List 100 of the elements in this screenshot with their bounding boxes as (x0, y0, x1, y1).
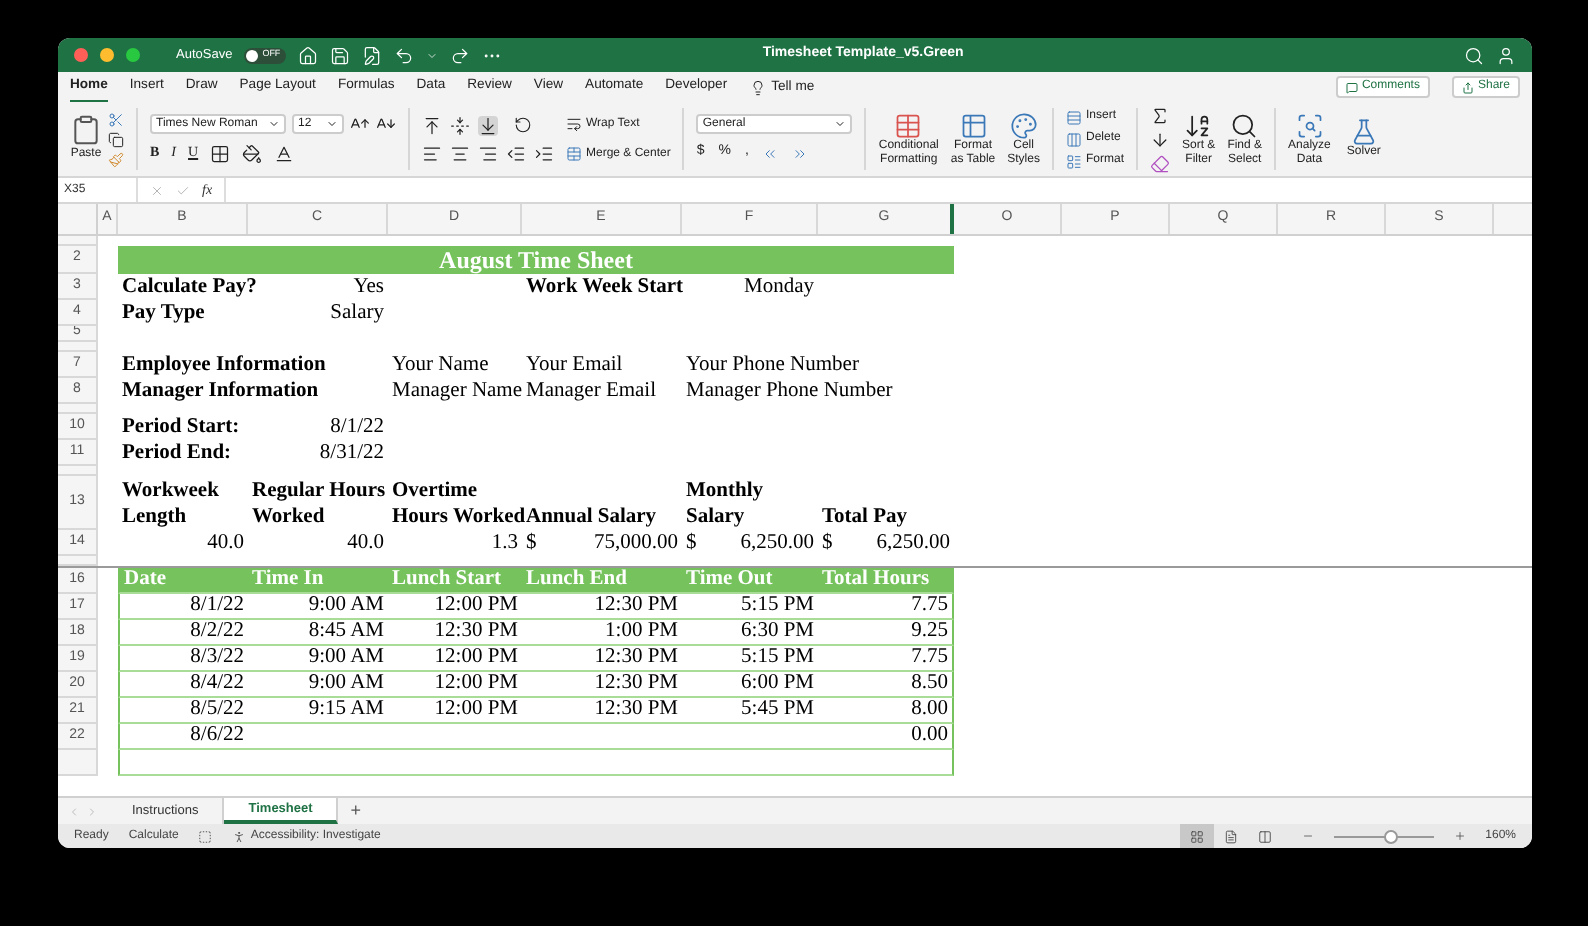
wrap-text-icon[interactable] (566, 116, 582, 132)
font-color-icon[interactable] (274, 143, 295, 163)
cell-styles-icon[interactable] (1009, 111, 1038, 139)
format-cells-icon[interactable] (1065, 153, 1082, 169)
page-layout-icon (1223, 829, 1238, 843)
cell-value: 40.0 (347, 529, 384, 558)
cell-value: 8/6/22 (190, 722, 244, 751)
column-heading: Total Pay (822, 504, 907, 530)
comment-icon (1345, 81, 1358, 93)
normal-view-icon (1189, 829, 1204, 843)
fill-icon[interactable] (1150, 129, 1170, 149)
cell-value: 8:45 AM (308, 618, 384, 647)
cell-value: 6,250.00 (740, 529, 814, 558)
find-icon[interactable] (1230, 111, 1259, 139)
cell-value: 12:30 PM (594, 592, 678, 621)
align-center-icon[interactable] (450, 143, 470, 163)
cell-label: Pay Type (122, 299, 205, 328)
borders-icon[interactable] (210, 143, 231, 163)
cell-label: Period End: (122, 439, 232, 468)
currency-symbol: $ (686, 529, 697, 558)
align-top-icon[interactable] (422, 115, 442, 135)
lightbulb-icon[interactable] (749, 79, 766, 96)
column-heading: Annual Salary (526, 504, 657, 530)
cell-value: 5:45 PM (741, 696, 814, 725)
cut-icon[interactable] (108, 111, 124, 127)
increase-decimal-icon[interactable] (762, 145, 779, 161)
cell-value: 6:30 PM (741, 618, 814, 647)
fill-color-icon[interactable] (242, 143, 263, 163)
cell-value: 8/31/22 (319, 439, 384, 468)
table-column-header: Date (124, 566, 166, 595)
cell-value: 8/2/22 (190, 618, 244, 647)
cell-value: 6,250.00 (876, 529, 950, 558)
chevron-down-icon[interactable] (426, 49, 439, 61)
edit-file-icon[interactable] (362, 45, 383, 65)
cell-value: 12:00 PM (434, 644, 518, 673)
view-button[interactable] (1179, 824, 1214, 848)
accessibility-icon[interactable] (232, 829, 247, 843)
insert-cells-icon[interactable] (1065, 109, 1082, 125)
cell-value: 9.25 (911, 618, 948, 647)
analyze-data-icon[interactable] (1295, 111, 1324, 139)
format-table-icon[interactable] (959, 111, 988, 139)
currency-symbol: $ (526, 529, 537, 558)
cell-value: 12:00 PM (434, 696, 518, 725)
eraser-icon[interactable] (1150, 153, 1170, 173)
autosum-icon[interactable] (1150, 105, 1170, 125)
cell-value: 0.00 (911, 722, 948, 751)
cell-value: 6:00 PM (741, 670, 814, 699)
chevron-down-icon (268, 118, 280, 131)
page-break-icon (1257, 829, 1272, 843)
cell-text: Your Name (392, 351, 489, 380)
save-icon[interactable] (330, 45, 351, 65)
flask-icon[interactable] (1349, 118, 1378, 146)
cell-value: 1.3 (491, 529, 518, 558)
cell-value: 7.75 (911, 644, 948, 673)
column-heading: Monthly Salary (686, 478, 764, 530)
increase-indent-icon[interactable] (534, 143, 554, 163)
cell-value: 12:00 PM (434, 592, 518, 621)
conditional-formatting-icon[interactable] (894, 111, 923, 139)
align-bottom-icon[interactable] (478, 115, 498, 135)
cell-label: Calculate Pay? (122, 273, 257, 302)
cell-value: 75,000.00 (594, 529, 678, 558)
orientation-icon[interactable] (514, 116, 532, 134)
cell-value: 9:00 AM (308, 592, 384, 621)
decrease-indent-icon[interactable] (506, 143, 526, 163)
cell-value: 9:15 AM (308, 696, 384, 725)
copy-icon[interactable] (108, 131, 124, 147)
cell-value: 8/3/22 (190, 644, 244, 673)
delete-cells-icon[interactable] (1065, 131, 1082, 147)
column-heading: Regular Hours Worked (252, 478, 386, 530)
cell-label: Period Start: (122, 413, 240, 442)
chevron-down-icon (834, 118, 847, 131)
cell-value: 8/1/22 (190, 592, 244, 621)
cell-value: 8/1/22 (330, 413, 384, 442)
add-sheet-button[interactable]: + (338, 798, 374, 824)
cell-text: Manager Email (526, 377, 657, 406)
cell-text: Manager Name (392, 377, 523, 406)
align-left-icon[interactable] (422, 143, 442, 163)
table-column-header: Time Out (686, 566, 773, 595)
person-icon[interactable] (1496, 45, 1516, 65)
sort-filter-icon[interactable] (1184, 111, 1213, 139)
cell-value: 12:30 PM (594, 670, 678, 699)
align-right-icon[interactable] (478, 143, 498, 163)
search-icon[interactable] (1464, 45, 1484, 65)
table-column-header: Lunch Start (392, 566, 502, 595)
zoom-slider-thumb[interactable] (1383, 829, 1398, 843)
decrease-decimal-icon[interactable] (792, 145, 809, 161)
cell-value: 9:00 AM (308, 670, 384, 699)
merge-icon[interactable] (566, 146, 582, 162)
cell-value: 5:15 PM (741, 592, 814, 621)
cell-text: Manager Phone Number (686, 377, 893, 406)
redo-icon[interactable] (450, 45, 471, 65)
zoom-in-icon[interactable] (1453, 830, 1466, 842)
cell-text: Your Email (526, 351, 623, 380)
cell-value: 8.50 (911, 670, 948, 699)
undo-icon[interactable] (394, 45, 415, 65)
paste-icon[interactable] (70, 114, 102, 146)
cell-value: 12:30 PM (594, 696, 678, 725)
cell-label: Manager Information (122, 377, 319, 406)
cell-value: 8/5/22 (190, 696, 244, 725)
home-icon[interactable] (298, 45, 319, 65)
